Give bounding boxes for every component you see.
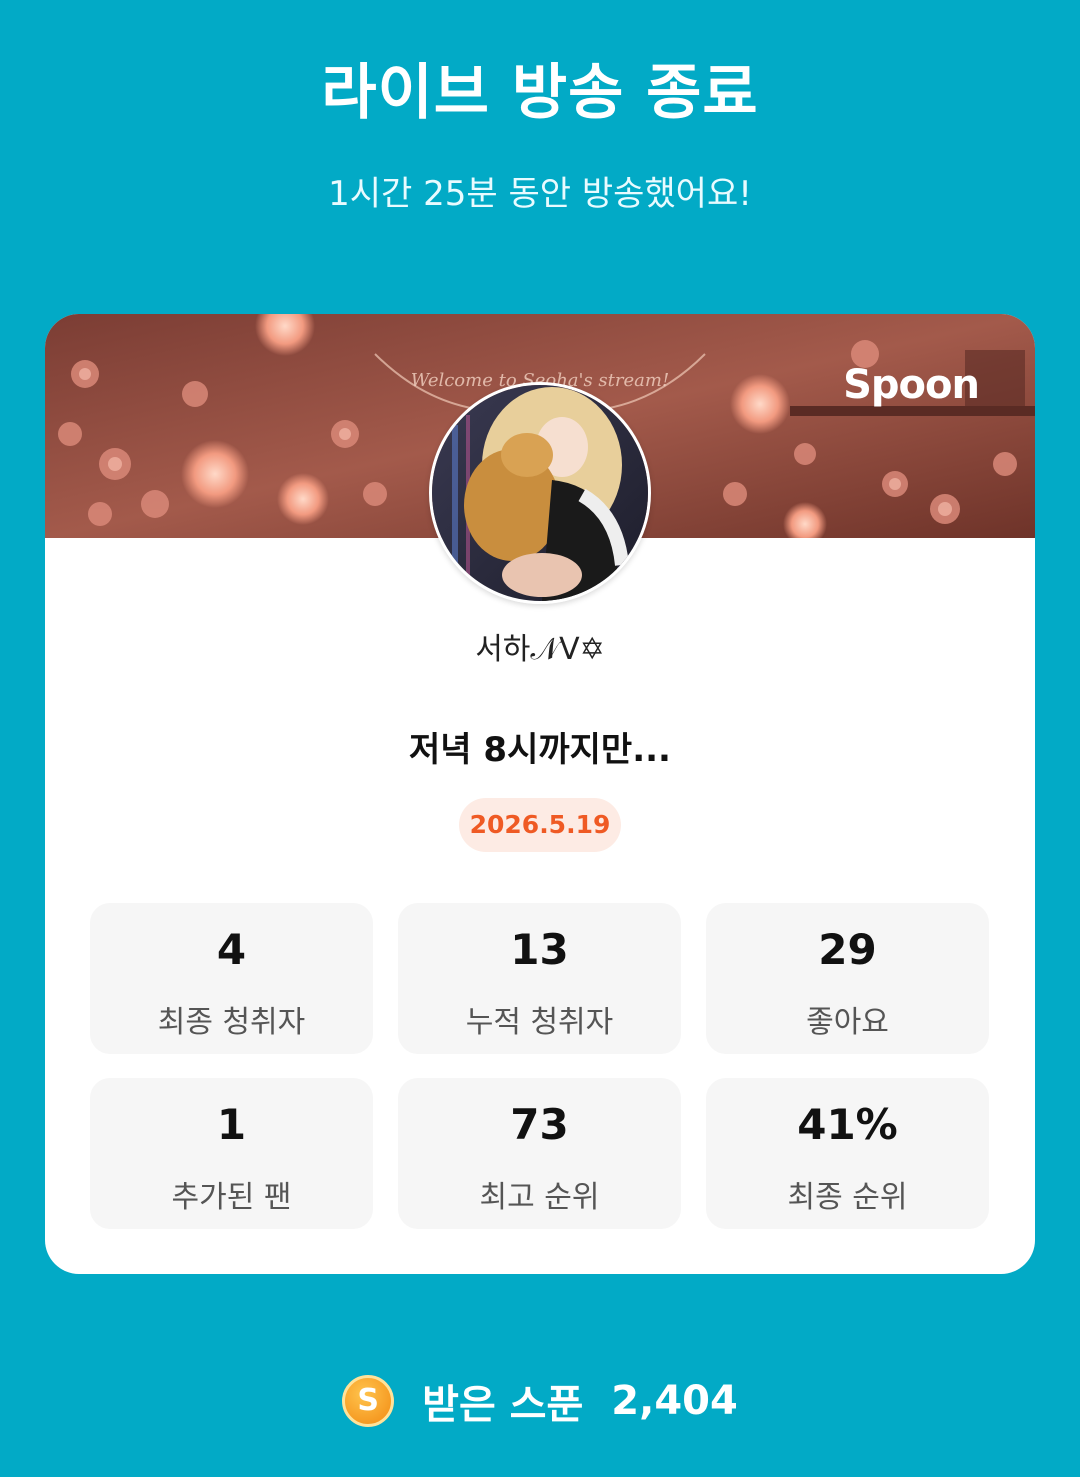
- streamer-nickname: 서하𝒩V✡: [475, 632, 605, 667]
- stat-total-listeners: 13 누적 청취자: [398, 903, 681, 1054]
- page-title: 라이브 방송 종료: [321, 58, 759, 128]
- stat-new-fans: 1 추가된 팬: [90, 1078, 373, 1229]
- stat-likes: 29 좋아요: [706, 903, 989, 1054]
- avatar: [429, 382, 651, 604]
- date-badge: 2026.5.19: [459, 798, 621, 852]
- spoon-logo: Spoon: [843, 362, 980, 408]
- stat-label: 최고 순위: [479, 1180, 600, 1215]
- broadcast-duration: 1시간 25분 동안 방송했어요!: [328, 174, 752, 214]
- stat-label: 최종 순위: [787, 1180, 908, 1215]
- stat-label: 최종 청취자: [157, 1005, 306, 1040]
- stat-value: 41%: [797, 1100, 898, 1149]
- stat-value: 29: [818, 925, 877, 974]
- received-spoons-value: 2,404: [611, 1378, 738, 1424]
- stat-label: 좋아요: [806, 1005, 889, 1040]
- spoon-coin-icon: S: [342, 1375, 395, 1427]
- broadcast-summary-card: Welcome to Seoha's stream! Spoon 서하𝒩V✡ 저…: [45, 314, 1035, 1274]
- stat-best-rank: 73 최고 순위: [398, 1078, 681, 1229]
- stat-label: 누적 청취자: [465, 1005, 614, 1040]
- stat-label: 추가된 팬: [171, 1180, 292, 1215]
- stat-final-rank: 41% 최종 순위: [706, 1078, 989, 1229]
- broadcast-title: 저녁 8시까지만...: [409, 730, 671, 770]
- stat-value: 4: [216, 925, 247, 974]
- received-spoons: S 받은 스푼 2,404: [0, 1372, 1080, 1432]
- stat-value: 73: [510, 1100, 569, 1149]
- stat-final-listeners: 4 최종 청취자: [90, 903, 373, 1054]
- stat-value: 13: [510, 925, 569, 974]
- received-spoons-label: 받은 스푼: [422, 1382, 584, 1428]
- stat-value: 1: [216, 1100, 247, 1149]
